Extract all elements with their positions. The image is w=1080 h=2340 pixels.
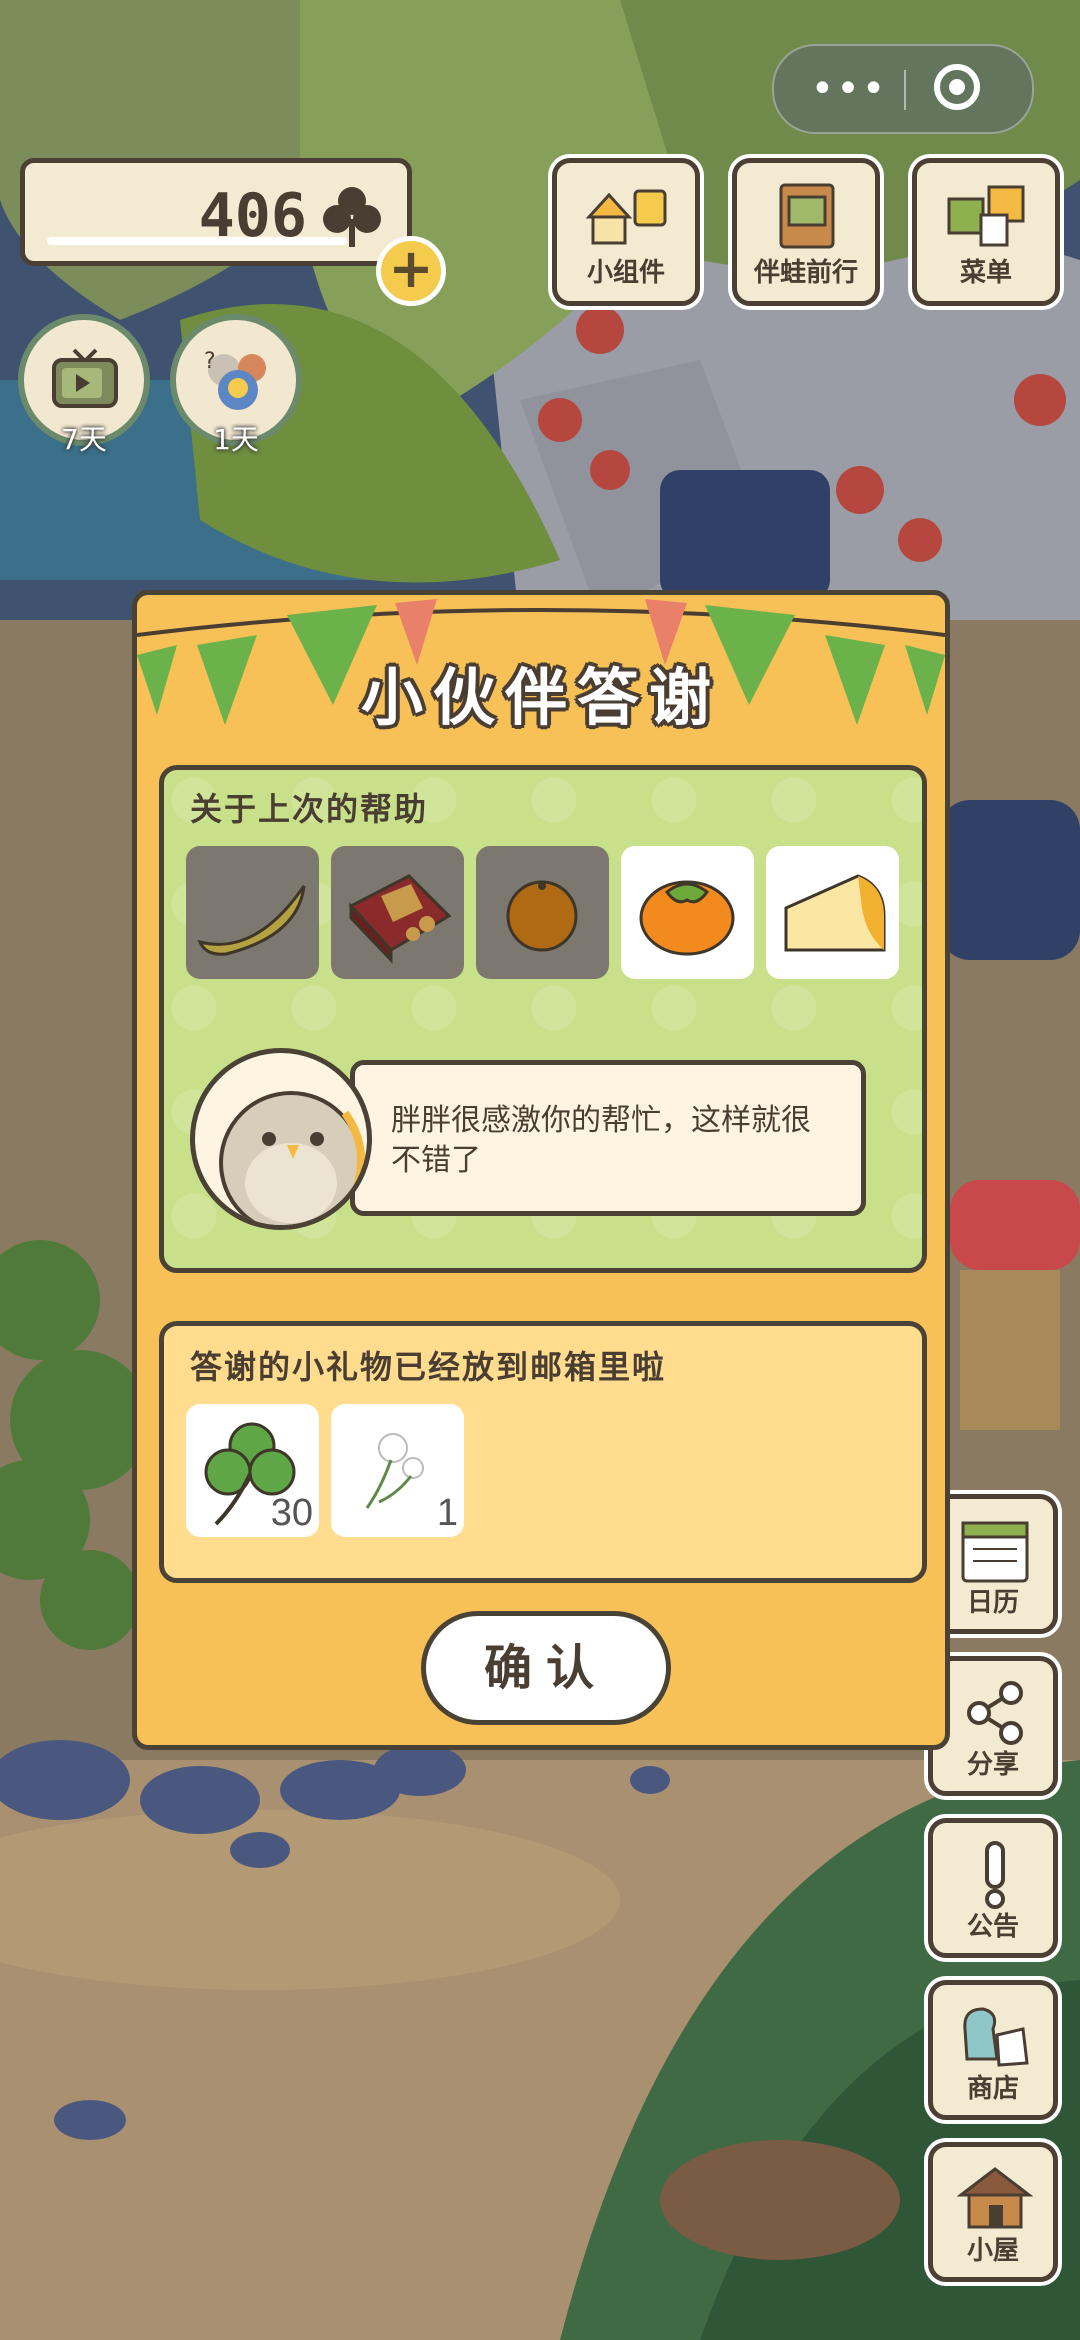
menu-button[interactable]: 菜单 [912, 158, 1060, 306]
item-slot-banana[interactable] [186, 846, 319, 979]
share-label: 分享 [966, 1750, 1019, 1780]
journey-book-icon [779, 183, 835, 249]
gift-items-row: 30 1 [186, 1404, 464, 1537]
shop-bags-icon [963, 2007, 1029, 2067]
cheese-icon [784, 874, 886, 952]
add-clover-button[interactable]: + [376, 236, 446, 306]
clover-counter: 406 [20, 158, 412, 266]
snack-box-icon [348, 874, 452, 964]
confirm-button[interactable]: 确认 [421, 1611, 671, 1725]
sparrow-avatar [190, 1048, 372, 1230]
help-panel: 关于上次的帮助 胖胖很感激你的帮忙，这样就很不错了 [159, 765, 927, 1273]
notice-icon [985, 1841, 1005, 1909]
gift-slot-clover[interactable]: 30 [186, 1404, 319, 1537]
house-label: 小屋 [966, 2236, 1019, 2266]
menu-label: 菜单 [959, 258, 1012, 288]
miniprogram-capsule: ••• [772, 44, 1034, 134]
notice-label: 公告 [966, 1912, 1019, 1942]
guest-birds-icon: ? [204, 349, 266, 410]
guest-timer-label: 1天 [213, 423, 259, 456]
gift-panel: 答谢的小礼物已经放到邮箱里啦 30 1 [159, 1321, 927, 1583]
gift-slot-dandelion[interactable]: 1 [331, 1404, 464, 1537]
item-slot-cheese[interactable] [766, 846, 899, 979]
help-section-title: 关于上次的帮助 [190, 790, 429, 828]
thanks-message: 胖胖很感激你的帮忙，这样就很不错了 [391, 1103, 811, 1178]
journey-label: 伴蛙前行 [753, 258, 858, 288]
thanks-dialog: 小伙伴答谢 关于上次的帮助 胖胖很感激你的帮忙，这样就很不错了 答谢的小礼物已经… [132, 590, 950, 1750]
item-slot-persimmon[interactable] [621, 846, 754, 979]
dialog-title: 小伙伴答谢 [360, 661, 721, 734]
journey-button[interactable]: 伴蛙前行 [732, 158, 880, 306]
dandelion-qty: 1 [436, 1492, 458, 1534]
guest-timer-button[interactable]: ? 1天 [170, 314, 302, 456]
clover-qty: 30 [270, 1492, 313, 1534]
help-items-row [186, 846, 899, 979]
gift-section-title: 答谢的小礼物已经放到邮箱里啦 [190, 1348, 667, 1386]
tv-timer-button[interactable]: 7天 [18, 314, 150, 456]
sparrow-icon [219, 1091, 366, 1225]
orange-icon [506, 880, 578, 952]
shop-label: 商店 [966, 2074, 1019, 2104]
message-bubble: 胖胖很感激你的帮忙，这样就很不错了 [350, 1060, 866, 1216]
calendar-label: 日历 [966, 1588, 1019, 1618]
persimmon-icon [639, 880, 735, 956]
banana-icon [197, 885, 306, 956]
notice-button[interactable]: 公告 [928, 1818, 1058, 1958]
item-slot-snack-box[interactable] [331, 846, 464, 979]
more-options-icon[interactable]: ••• [794, 46, 904, 132]
capsule-divider [904, 70, 906, 110]
tv-icon [52, 348, 118, 408]
widget-label: 小组件 [586, 258, 665, 288]
calendar-icon [961, 1521, 1029, 1583]
svg-text:?: ? [204, 349, 216, 374]
menu-cards-icon [947, 185, 1025, 247]
shop-button[interactable]: 商店 [928, 1980, 1058, 2120]
tv-timer-label: 7天 [61, 423, 107, 456]
item-slot-orange[interactable] [476, 846, 609, 979]
house-button[interactable]: 小屋 [928, 2142, 1058, 2282]
house-icon [957, 2167, 1033, 2229]
widget-icon [585, 189, 667, 245]
widget-button[interactable]: 小组件 [552, 158, 700, 306]
share-icon [967, 1681, 1023, 1745]
close-target-icon[interactable] [934, 64, 980, 110]
counter-highlight [47, 237, 347, 245]
